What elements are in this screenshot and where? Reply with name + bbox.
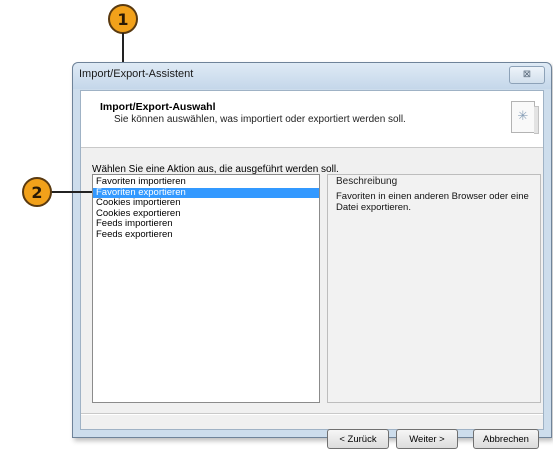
callout-line-2 (50, 191, 92, 193)
window-title: Import/Export-Assistent (79, 68, 194, 80)
list-item-favoriten-importieren[interactable]: Favoriten importieren (93, 176, 319, 188)
action-listbox[interactable]: Favoriten importieren Favoriten exportie… (92, 174, 320, 403)
close-button[interactable]: ⊠ (509, 66, 545, 84)
button-separator (81, 413, 543, 414)
page-subtitle: Sie können auswählen, was importiert ode… (114, 114, 406, 125)
close-icon: ⊠ (522, 69, 532, 80)
callout-marker-2: 2 (22, 177, 52, 207)
callout-marker-1: 1 (108, 4, 138, 34)
back-button[interactable]: < Zurück (327, 429, 389, 449)
import-export-wizard-window: Import/Export-Assistent ⊠ Import/Export-… (72, 62, 552, 449)
next-button[interactable]: Weiter > (396, 429, 458, 449)
wizard-document-icon: ✳ (511, 101, 539, 134)
title-bar: Import/Export-Assistent ⊠ (73, 63, 551, 89)
list-item-feeds-importieren[interactable]: Feeds importieren (93, 218, 319, 230)
list-item-feeds-exportieren[interactable]: Feeds exportieren (93, 229, 319, 241)
list-item-cookies-importieren[interactable]: Cookies importieren (93, 197, 319, 209)
wizard-header: Import/Export-Auswahl Sie können auswähl… (81, 91, 543, 148)
page-title: Import/Export-Auswahl (100, 101, 216, 113)
description-groupbox: Beschreibung Favoriten in einen anderen … (327, 174, 541, 403)
description-label: Beschreibung (335, 176, 399, 187)
cancel-button[interactable]: Abbrechen (473, 429, 539, 449)
description-text: Favoriten in einen anderen Browser oder … (336, 191, 529, 213)
wizard-body: Import/Export-Auswahl Sie können auswähl… (80, 90, 544, 449)
